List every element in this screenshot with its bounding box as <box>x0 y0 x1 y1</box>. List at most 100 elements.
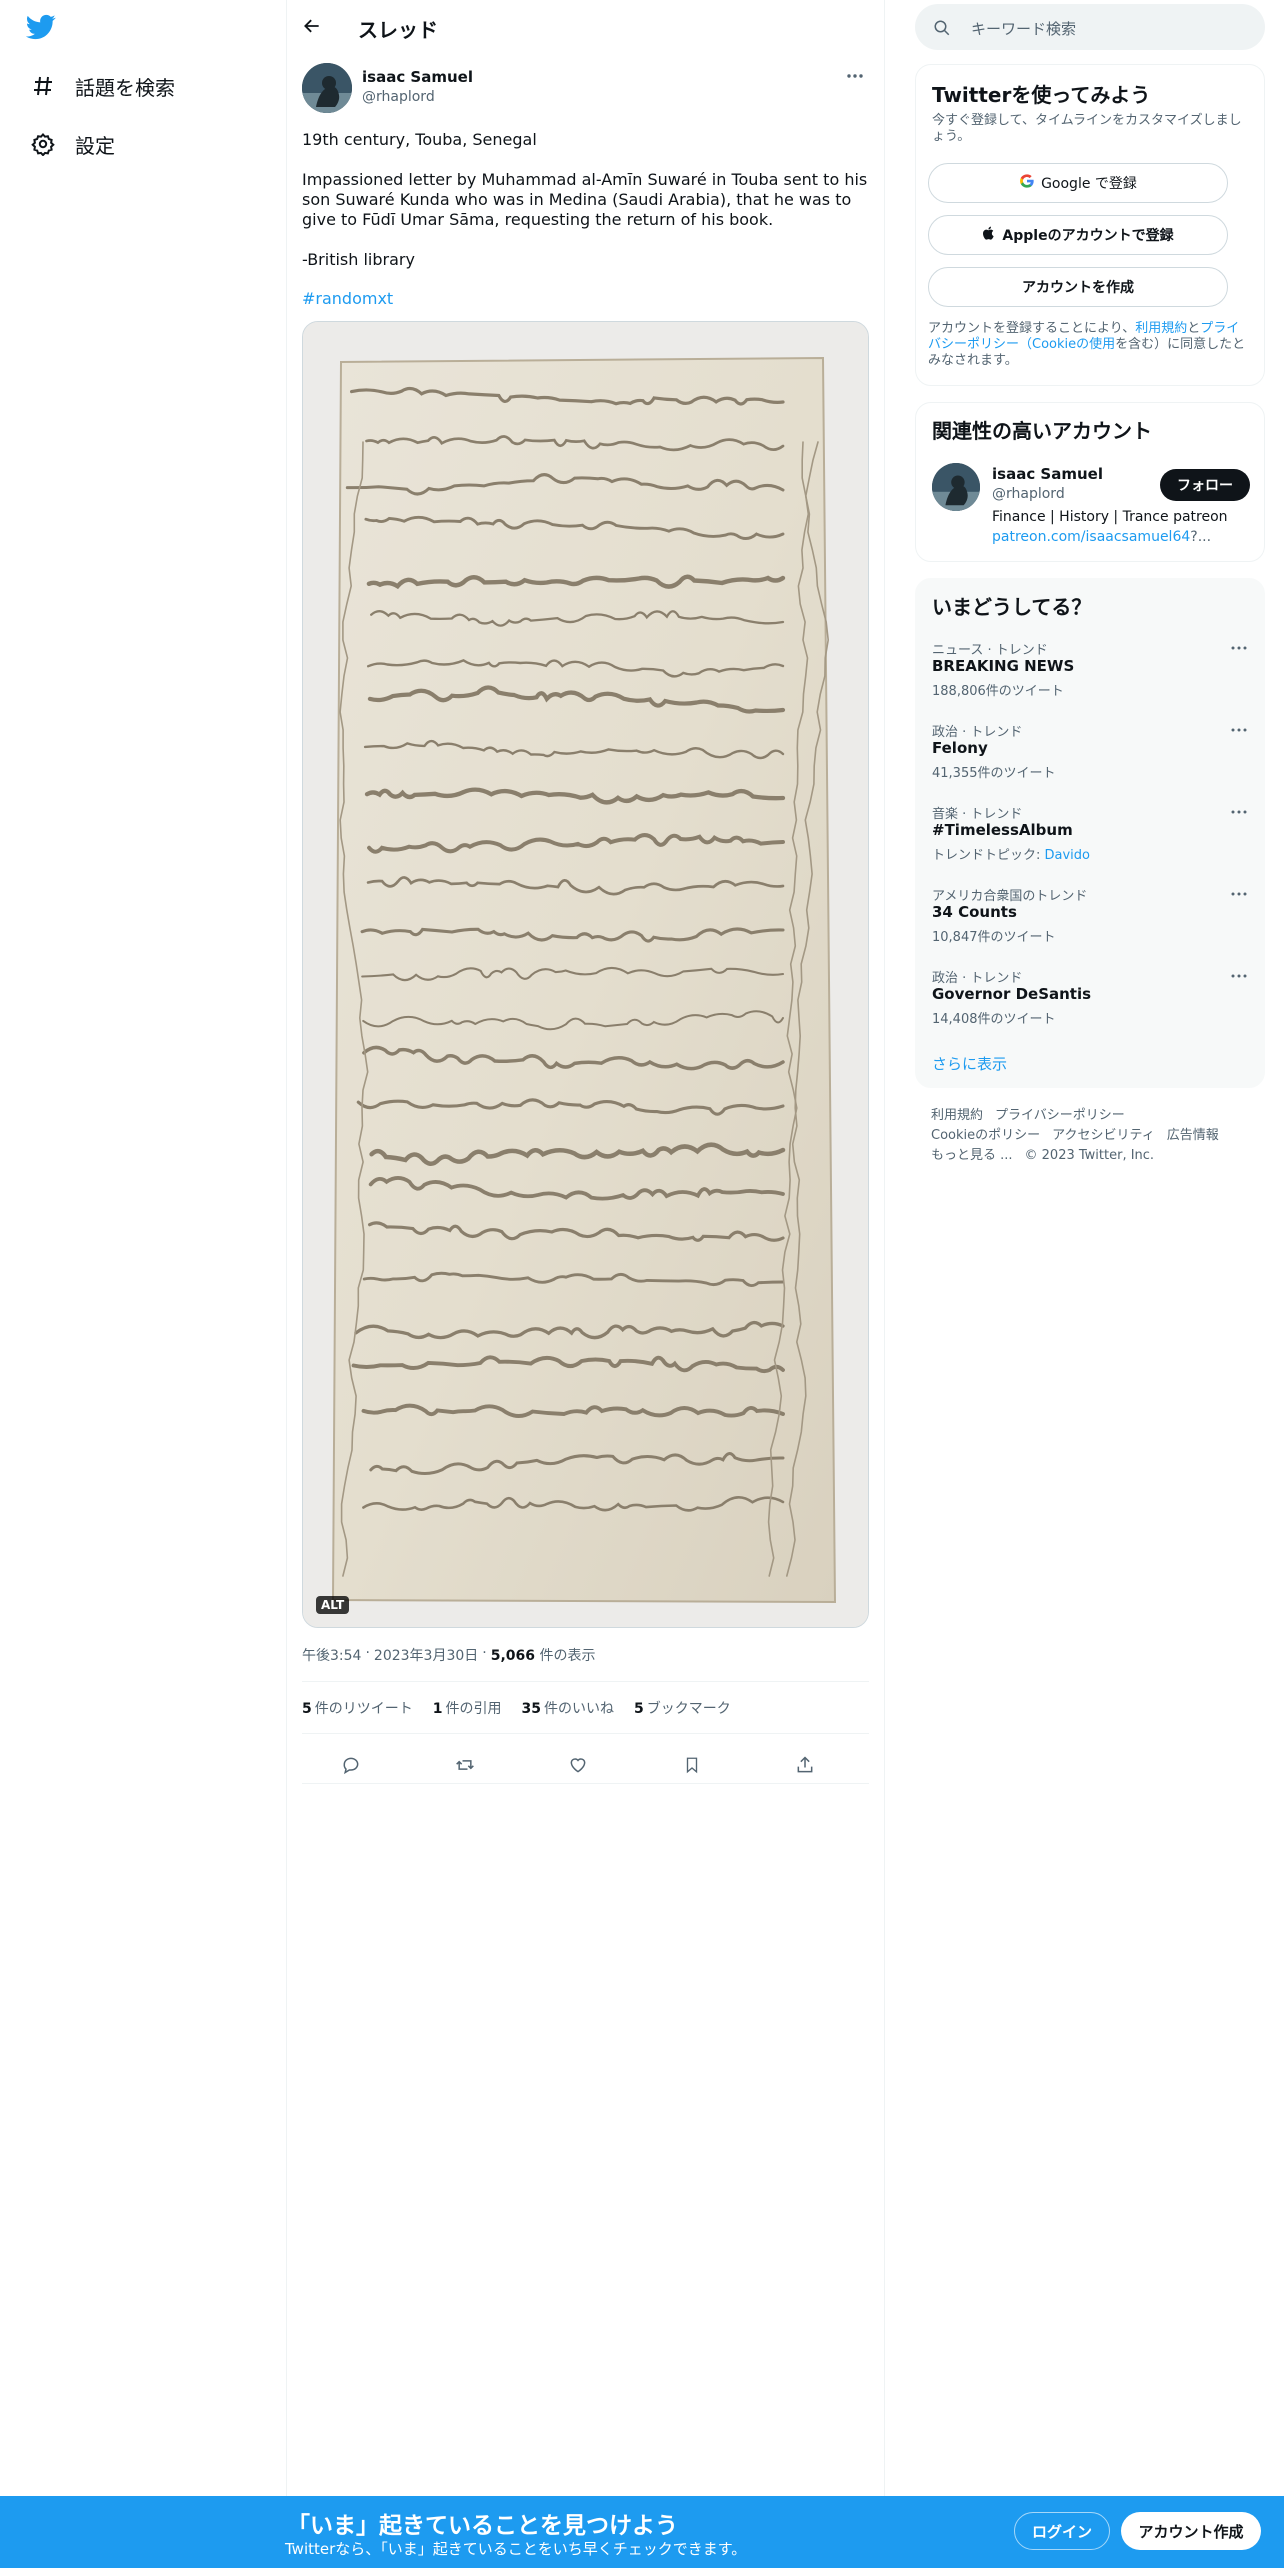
apple-icon <box>982 225 996 245</box>
trend-count: 188,806件のツイート <box>932 684 1064 699</box>
bio-link[interactable]: patreon.com/isaacsamuel64 <box>992 529 1190 545</box>
trends-panel: いまどうしてる？ ニュース · トレンド BREAKING NEWS 188,8… <box>915 578 1265 1088</box>
author-handle[interactable]: @rhaplord <box>362 89 435 105</box>
quotes-count: 1 <box>432 1701 443 1717</box>
more-dots-icon[interactable] <box>1227 885 1251 903</box>
back-button[interactable] <box>297 11 327 41</box>
terms-prefix: アカウントを登録することにより、 <box>928 321 1136 336</box>
retweet-button[interactable] <box>450 1750 480 1780</box>
trend-item[interactable]: ニュース · トレンド BREAKING NEWS 188,806件のツイート <box>916 639 1266 721</box>
alt-badge[interactable]: ALT <box>316 1596 350 1614</box>
retweets-count: 5 <box>302 1701 312 1717</box>
more-dots-icon[interactable] <box>1227 967 1251 985</box>
signup-button[interactable]: アカウント作成 <box>1121 2512 1261 2550</box>
terms-link[interactable]: 利用規約 <box>1135 321 1187 336</box>
bookmarks-count: 5 <box>633 1701 644 1717</box>
likes-stat[interactable]: 35 件のいいね <box>522 1698 614 1718</box>
google-signup-button[interactable]: Google で登録 <box>928 163 1228 203</box>
trends-title: いまどうしてる？ <box>932 595 1092 619</box>
related-name[interactable]: isaac Samuel <box>992 465 1103 483</box>
footer-link[interactable]: プライバシーポリシー <box>995 1108 1125 1123</box>
thread-header: スレッド <box>287 0 884 53</box>
related-bio: Finance | History | Trance patreon <box>992 509 1228 525</box>
footer-link[interactable]: Cookieのポリシー <box>931 1128 1040 1143</box>
login-button[interactable]: ログイン <box>1014 2512 1110 2550</box>
more-options-button[interactable] <box>843 66 867 86</box>
likes-label: 件のいいね <box>543 1701 614 1717</box>
tweet-paragraph: Impassioned letter by Muhammad al-Amīn S… <box>302 170 868 229</box>
related-bio-line2: patreon.com/isaacsamuel64?... <box>992 529 1252 545</box>
create-account-button[interactable]: アカウントを作成 <box>928 267 1228 307</box>
bottom-bar-subtitle: Twitterなら、「いま」起きていることをいち早くチェックできます。 <box>285 2540 747 2558</box>
quotes-stat[interactable]: 1 件の引用 <box>433 1698 502 1718</box>
trend-name: #TimelessAlbum <box>932 821 1073 839</box>
search-input[interactable]: キーワード検索 <box>971 18 1076 39</box>
bookmarks-label: ブックマーク <box>646 1701 731 1717</box>
tweet-actions <box>302 1740 869 1788</box>
more-dots-icon <box>847 74 863 78</box>
author-name[interactable]: isaac Samuel <box>362 68 473 86</box>
nav-explore[interactable]: 話題を検索 <box>28 66 175 106</box>
tweet-image[interactable]: ALT <box>302 321 869 1628</box>
bio-tail: ?... <box>1190 529 1212 545</box>
trend-name: BREAKING NEWS <box>932 657 1075 675</box>
search-icon <box>933 19 951 41</box>
divider <box>302 1733 869 1734</box>
bookmarks-stat[interactable]: 5 ブックマーク <box>634 1698 731 1718</box>
hashtag-link[interactable]: #randomxt <box>302 289 393 308</box>
more-dots-icon[interactable] <box>1227 803 1251 821</box>
bookmark-button[interactable] <box>677 1750 707 1780</box>
avatar[interactable] <box>302 63 352 113</box>
reply-button[interactable] <box>336 1750 366 1780</box>
divider <box>302 1681 869 1682</box>
gear-icon <box>28 129 58 159</box>
more-dots-icon[interactable] <box>1227 639 1251 657</box>
twitter-logo-icon[interactable] <box>25 12 62 48</box>
trend-item[interactable]: 政治 · トレンド Governor DeSantis 14,408件のツイート <box>916 967 1266 1049</box>
tweet-stats: 5 件のリツイート 1 件の引用 35 件のいいね 5 ブックマーク <box>302 1698 751 1718</box>
tweet-date[interactable]: 2023年3月30日 <box>374 1645 478 1665</box>
trend-count: トレンドトピック: Davido <box>932 844 1090 863</box>
retweets-stat[interactable]: 5 件のリツイート <box>302 1698 413 1718</box>
trend-item[interactable]: アメリカ合衆国のトレンド 34 Counts 10,847件のツイート <box>916 885 1266 967</box>
nav-settings[interactable]: 設定 <box>28 124 115 164</box>
views-label: 件の表示 <box>539 1648 596 1664</box>
retweet-icon <box>456 1760 474 1770</box>
like-button[interactable] <box>563 1750 593 1780</box>
show-more-link[interactable]: さらに表示 <box>932 1053 1007 1074</box>
apple-signup-label: Appleのアカウントで登録 <box>1002 228 1174 244</box>
signup-title: Twitterを使ってみよう <box>932 83 1151 107</box>
divider-left <box>286 0 287 2568</box>
terms-and: と <box>1187 321 1201 336</box>
trend-item[interactable]: 政治 · トレンド Felony 41,355件のツイート <box>916 721 1266 803</box>
related-handle[interactable]: @rhaplord <box>992 486 1065 502</box>
trend-category: アメリカ合衆国のトレンド <box>932 889 1088 904</box>
footer-link[interactable]: 利用規約 <box>931 1108 983 1123</box>
footer-links: 利用規約 プライバシーポリシー Cookieのポリシー アクセシビリティ 広告情報 も… <box>931 1106 1251 1166</box>
related-title: 関連性の高いアカウント <box>932 419 1152 443</box>
meta-dot: · <box>365 1645 370 1661</box>
divider-right <box>884 0 885 2568</box>
reply-icon <box>343 1757 359 1775</box>
divider <box>302 1783 869 1784</box>
share-button[interactable] <box>790 1750 820 1780</box>
left-nav: 話題を検索 設定 <box>0 0 286 2568</box>
search-box[interactable]: キーワード検索 <box>915 4 1265 50</box>
signup-subtitle: 今すぐ登録して、タイムラインをカスタマイズしましょう。 <box>932 113 1242 144</box>
avatar[interactable] <box>932 463 980 511</box>
terms-text: アカウントを登録することにより、利用規約とプライバシーポリシー（Cookieの使… <box>928 321 1250 369</box>
footer-link[interactable]: アクセシビリティ <box>1052 1128 1155 1143</box>
apple-signup-button[interactable]: Appleのアカウントで登録 <box>928 215 1228 255</box>
copyright: © 2023 Twitter, Inc. <box>1024 1148 1155 1163</box>
trend-name: 34 Counts <box>932 903 1017 921</box>
trend-topic-link[interactable]: Davido <box>1045 848 1091 863</box>
tweet-time[interactable]: 午後3:54 <box>302 1645 361 1665</box>
trend-item[interactable]: 音楽 · トレンド #TimelessAlbum トレンドトピック: David… <box>916 803 1266 885</box>
bottom-bar-title: 「いま」起きていることを見つけよう <box>287 2513 678 2539</box>
retweets-label: 件のリツイート <box>314 1701 413 1717</box>
follow-button[interactable]: フォロー <box>1160 469 1250 501</box>
more-dots-icon[interactable] <box>1227 721 1251 739</box>
footer-more-link[interactable]: もっと見る ... <box>931 1148 1013 1163</box>
views-count: 5,066 <box>490 1648 536 1664</box>
footer-link[interactable]: 広告情報 <box>1167 1128 1219 1143</box>
